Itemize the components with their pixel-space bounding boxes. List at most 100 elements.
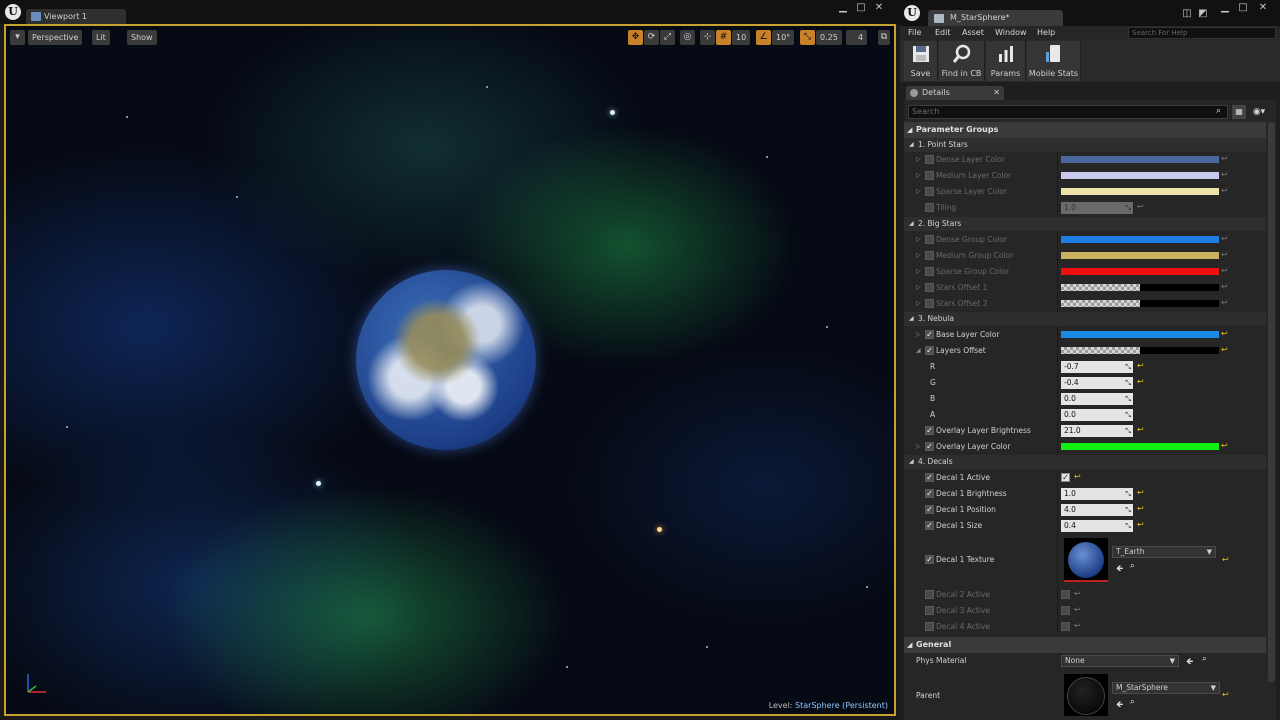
- details-search-input[interactable]: Search: [908, 105, 1228, 119]
- notification-icon[interactable]: ◩: [1196, 8, 1210, 20]
- param-checkbox[interactable]: [925, 590, 934, 599]
- overlay-brightness-input[interactable]: 21.0 ⤡: [1061, 425, 1133, 437]
- reset-arrow-icon[interactable]: ↩: [1221, 328, 1228, 340]
- reset-arrow-icon[interactable]: ↩: [1137, 487, 1144, 499]
- view-options-grid-icon[interactable]: ▦: [1232, 105, 1246, 119]
- color-swatch[interactable]: [1061, 252, 1219, 259]
- translate-icon[interactable]: ✥: [628, 30, 643, 45]
- color-swatch[interactable]: [1061, 300, 1219, 307]
- param-checkbox[interactable]: ✓: [925, 489, 934, 498]
- expand-arrow-icon[interactable]: ▷: [916, 248, 921, 264]
- color-swatch[interactable]: [1061, 172, 1219, 179]
- menu-file[interactable]: File: [908, 26, 921, 40]
- close-icon[interactable]: ✕: [872, 2, 886, 14]
- perspective-button[interactable]: Perspective: [28, 30, 83, 45]
- use-selected-arrow-icon[interactable]: 🡸: [1116, 561, 1123, 577]
- save-button[interactable]: Save: [904, 41, 938, 81]
- parent-thumbnail[interactable]: [1064, 674, 1108, 716]
- param-checkbox[interactable]: [925, 267, 934, 276]
- reset-arrow-icon[interactable]: ↩: [1137, 519, 1144, 531]
- close-tab-icon[interactable]: ✕: [993, 86, 1000, 100]
- browse-search-icon[interactable]: ⌕: [1130, 697, 1135, 707]
- value-checkbox[interactable]: [1061, 606, 1070, 615]
- world-local-icon[interactable]: ◎: [680, 30, 695, 45]
- surface-snap-icon[interactable]: ⊹: [700, 30, 715, 45]
- reset-arrow-icon[interactable]: ↩: [1137, 503, 1144, 515]
- group-decals[interactable]: ◢ 4. Decals: [904, 455, 1266, 469]
- param-checkbox[interactable]: ✓: [925, 346, 934, 355]
- minimize-icon[interactable]: ▁: [836, 2, 850, 14]
- color-swatch[interactable]: [1061, 331, 1219, 338]
- a-input[interactable]: 0.0 ⤡: [1061, 409, 1133, 421]
- decal1-position-input[interactable]: 4.0 ⤡: [1061, 504, 1133, 516]
- b-input[interactable]: 0.0 ⤡: [1061, 393, 1133, 405]
- reset-arrow-icon[interactable]: ↩: [1221, 440, 1228, 452]
- browse-search-icon[interactable]: ⌕: [1130, 561, 1135, 571]
- param-checkbox[interactable]: [925, 251, 934, 260]
- param-checkbox[interactable]: [925, 606, 934, 615]
- rotation-snap-icon[interactable]: ∠: [756, 30, 771, 45]
- param-checkbox[interactable]: [925, 155, 934, 164]
- expand-arrow-icon[interactable]: ▷: [916, 168, 921, 184]
- mobile-stats-button[interactable]: Mobile Stats: [1027, 41, 1081, 81]
- reset-arrow-icon[interactable]: ↩: [1137, 376, 1144, 388]
- close-icon[interactable]: ✕: [1256, 2, 1270, 14]
- tab-viewport[interactable]: Viewport 1: [26, 9, 126, 24]
- expand-arrow-icon[interactable]: ▷: [916, 439, 921, 455]
- value-checkbox[interactable]: ✓: [1061, 473, 1070, 482]
- menu-edit[interactable]: Edit: [935, 26, 951, 40]
- param-checkbox[interactable]: [925, 171, 934, 180]
- param-checkbox[interactable]: [925, 299, 934, 308]
- camera-speed-button[interactable]: 4: [846, 30, 868, 45]
- tiling-input[interactable]: 1.0 ⤡: [1061, 202, 1133, 214]
- maximize-icon[interactable]: □: [1236, 2, 1250, 14]
- color-swatch[interactable]: [1061, 188, 1219, 195]
- browse-search-icon[interactable]: ⌕: [1202, 654, 1207, 664]
- texture-asset-combo[interactable]: T_Earth ▼: [1112, 546, 1216, 558]
- texture-thumbnail[interactable]: [1064, 538, 1108, 582]
- group-big-stars[interactable]: ◢ 2. Big Stars: [904, 217, 1266, 231]
- expand-arrow-icon[interactable]: ▷: [916, 232, 921, 248]
- param-checkbox[interactable]: ✓: [925, 426, 934, 435]
- menu-asset[interactable]: Asset: [962, 26, 984, 40]
- expand-arrow-icon[interactable]: ▷: [916, 327, 921, 343]
- show-button[interactable]: Show: [127, 30, 157, 45]
- collapse-arrow-icon[interactable]: ◢: [916, 343, 921, 359]
- tab-asset[interactable]: M_StarSphere*: [928, 10, 1063, 26]
- rotation-snap-value[interactable]: 10°: [772, 30, 795, 45]
- reset-arrow-icon[interactable]: ↩: [1222, 690, 1229, 699]
- expand-arrow-icon[interactable]: ▷: [916, 296, 921, 312]
- use-selected-arrow-icon[interactable]: 🡸: [1186, 654, 1193, 670]
- param-checkbox[interactable]: [925, 283, 934, 292]
- param-checkbox[interactable]: [925, 235, 934, 244]
- tab-details[interactable]: Details ✕: [906, 86, 1004, 100]
- scale-snap-icon[interactable]: ⤡: [800, 30, 815, 45]
- color-swatch[interactable]: [1061, 268, 1219, 275]
- scale-snap-value[interactable]: 0.25: [816, 30, 842, 45]
- menu-window[interactable]: Window: [995, 26, 1027, 40]
- find-in-cb-button[interactable]: Find in CB: [939, 41, 985, 81]
- rotate-icon[interactable]: ⟳: [644, 30, 659, 45]
- general-header[interactable]: ◢ General: [904, 637, 1266, 653]
- parent-asset-combo[interactable]: M_StarSphere ▼: [1112, 682, 1220, 694]
- reset-arrow-icon[interactable]: ↩: [1221, 344, 1228, 356]
- grid-snap-value[interactable]: 10: [732, 30, 751, 45]
- param-checkbox[interactable]: ✓: [925, 521, 934, 530]
- color-swatch[interactable]: [1061, 443, 1219, 450]
- reset-arrow-icon[interactable]: ↩: [1222, 555, 1229, 564]
- phys-material-combo[interactable]: None ▼: [1061, 655, 1179, 667]
- group-nebula[interactable]: ◢ 3. Nebula: [904, 312, 1266, 326]
- minimize-icon[interactable]: ▁: [1218, 2, 1232, 14]
- maximize-icon[interactable]: □: [854, 2, 868, 14]
- maximize-viewport-icon[interactable]: ⧉: [878, 30, 890, 45]
- feedback-icon[interactable]: ◫: [1180, 8, 1194, 20]
- reset-arrow-icon[interactable]: ↩: [1074, 471, 1081, 483]
- param-checkbox[interactable]: ✓: [925, 555, 934, 564]
- earth-sphere[interactable]: [356, 270, 536, 450]
- eye-icon[interactable]: ◉▾: [1250, 105, 1268, 119]
- value-checkbox[interactable]: [1061, 590, 1070, 599]
- expand-arrow-icon[interactable]: ▷: [916, 264, 921, 280]
- reset-arrow-icon[interactable]: ↩: [1137, 360, 1144, 372]
- param-checkbox[interactable]: ✓: [925, 473, 934, 482]
- decal1-brightness-input[interactable]: 1.0 ⤡: [1061, 488, 1133, 500]
